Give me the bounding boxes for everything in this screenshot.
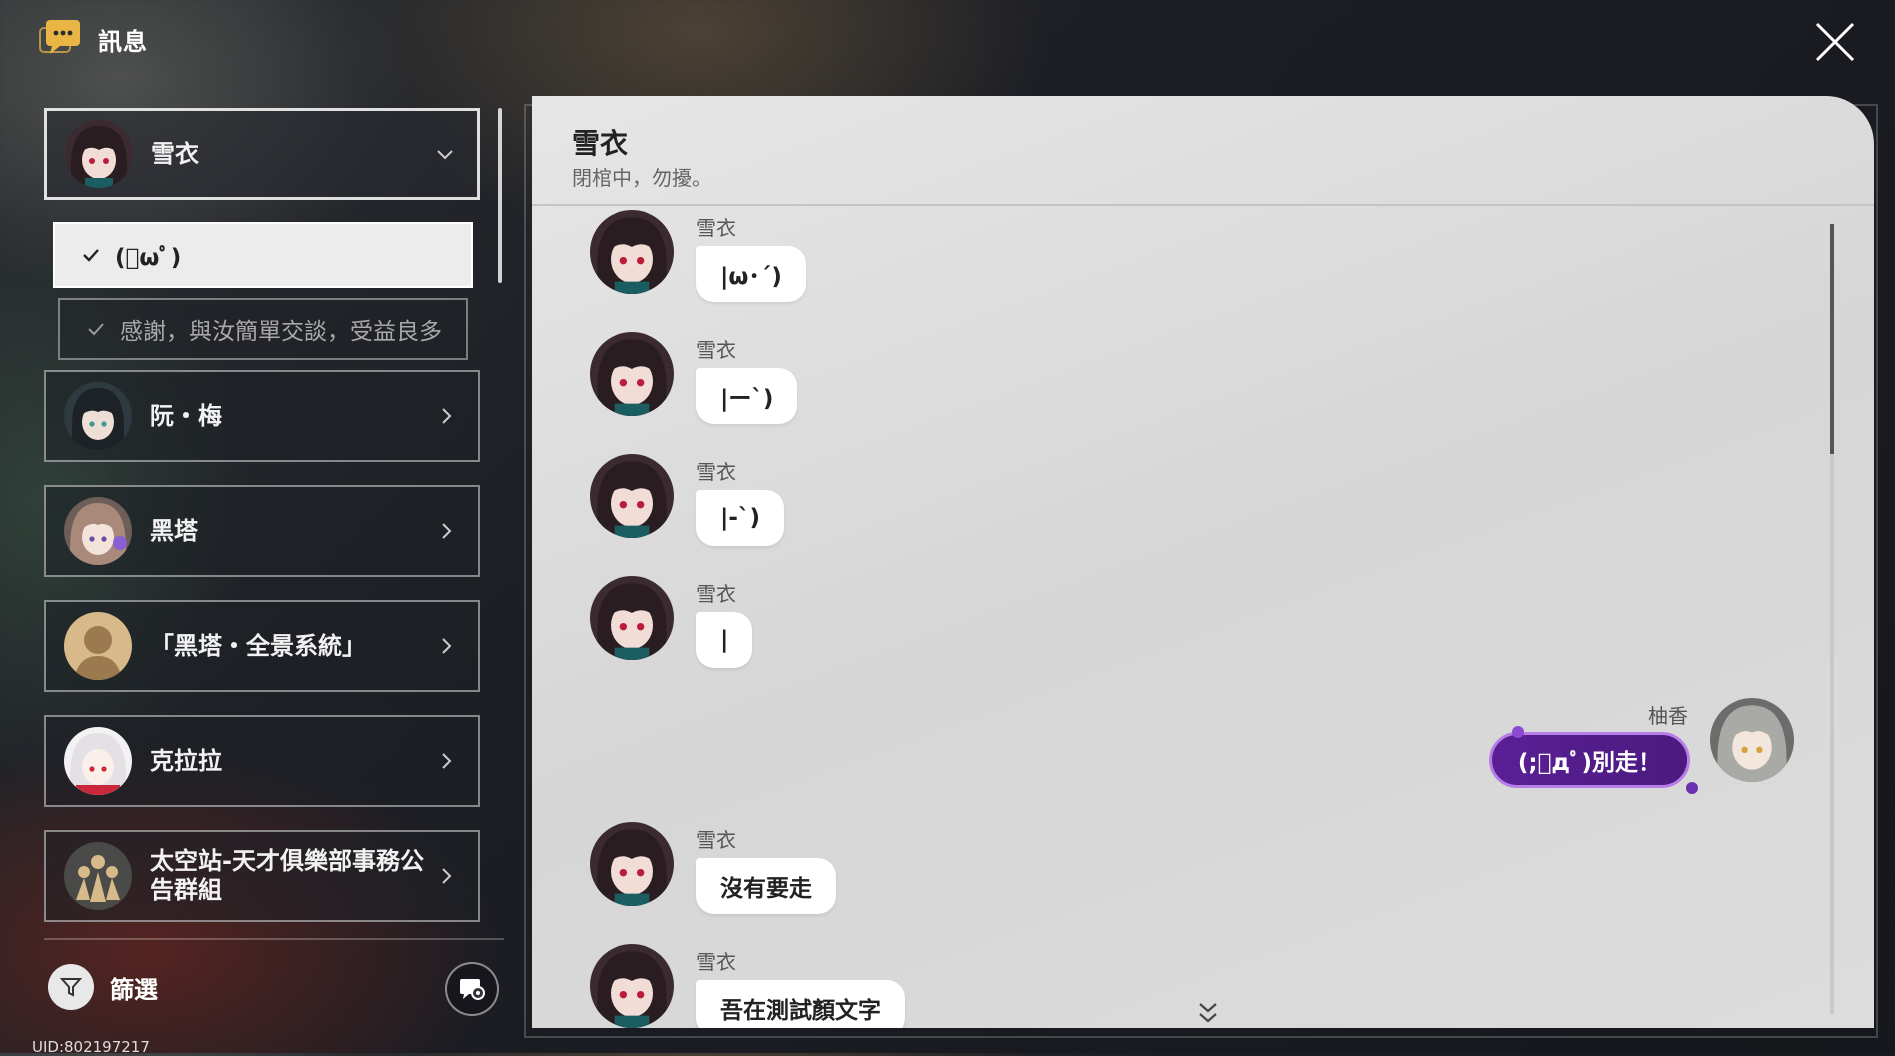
contact-name: 黑塔 bbox=[150, 516, 198, 545]
message-sender: 雪衣 bbox=[696, 582, 736, 606]
message-sender: 雪衣 bbox=[696, 338, 736, 362]
sub-item-label: 感謝，與汝簡單交談，受益良多 bbox=[120, 319, 442, 345]
avatar bbox=[64, 842, 132, 910]
avatar bbox=[64, 727, 132, 795]
message-bubble: 沒有要走 bbox=[696, 858, 836, 914]
avatar bbox=[590, 454, 674, 538]
avatar bbox=[64, 612, 132, 680]
message-bubble: |ー`) bbox=[696, 368, 798, 424]
chat-settings-button[interactable] bbox=[445, 962, 499, 1016]
chevron-right-icon bbox=[442, 523, 452, 539]
contact-item-clara[interactable]: 克拉拉 bbox=[44, 715, 480, 807]
contact-item-group[interactable]: 太空站-天才俱樂部事務公告群組 bbox=[44, 830, 480, 922]
chat-subtitle: 閉棺中，勿擾。 bbox=[572, 166, 712, 190]
contact-item-xueyi[interactable]: 雪衣 bbox=[44, 108, 480, 200]
chat-panel: 雪衣 閉棺中，勿擾。 雪衣 |ω･´) 雪衣 |ー`) 雪衣 |-`) 雪衣 | bbox=[532, 96, 1874, 1028]
message-bubble: |-`) bbox=[696, 490, 784, 546]
message-sender: 雪衣 bbox=[696, 460, 736, 484]
chat-header: 雪衣 閉棺中，勿擾。 bbox=[532, 96, 1874, 206]
message-bubble-self: (;ﾟдﾟ)別走！ bbox=[1488, 732, 1690, 788]
chevron-right-icon bbox=[442, 408, 452, 424]
bubble-deco-icon bbox=[1686, 782, 1698, 794]
contact-item-ruanmei[interactable]: 阮・梅 bbox=[44, 370, 480, 462]
avatar bbox=[64, 382, 132, 450]
chevron-down-icon bbox=[437, 150, 453, 160]
message-sender: 柚香 bbox=[1648, 704, 1688, 728]
filter-icon bbox=[48, 964, 94, 1010]
contact-item-herta-system[interactable]: 「黑塔・全景系統」 bbox=[44, 600, 480, 692]
chat-message-self: 柚香 (;ﾟдﾟ)別走！ bbox=[1394, 698, 1794, 798]
chevron-right-icon bbox=[442, 638, 452, 654]
chat-title: 雪衣 bbox=[572, 127, 629, 160]
chat-settings-icon bbox=[460, 979, 485, 1000]
avatar bbox=[590, 944, 674, 1028]
avatar bbox=[590, 576, 674, 660]
contact-item-herta[interactable]: 黑塔 bbox=[44, 485, 480, 577]
contact-name: 「黑塔・全景系統」 bbox=[150, 631, 366, 660]
contact-name: 阮・梅 bbox=[150, 401, 222, 430]
sub-item-selected[interactable]: (ﾟωﾟ) bbox=[53, 222, 473, 288]
close-icon[interactable] bbox=[1813, 20, 1857, 64]
page-title: 訊息 bbox=[98, 27, 148, 56]
avatar bbox=[64, 497, 132, 565]
sidebar-divider bbox=[44, 938, 504, 940]
message-sender: 雪衣 bbox=[696, 216, 736, 240]
check-icon bbox=[88, 323, 104, 336]
avatar bbox=[1710, 698, 1794, 782]
chevron-right-icon bbox=[442, 868, 452, 884]
message-bubble: |ω･´) bbox=[696, 246, 806, 302]
filter-label: 篩選 bbox=[110, 975, 158, 1004]
sub-item[interactable]: 感謝，與汝簡單交談，受益良多 bbox=[58, 298, 468, 360]
sidebar-scrollbar[interactable] bbox=[498, 108, 502, 283]
sub-item-label: (ﾟωﾟ) bbox=[115, 245, 182, 271]
message-sender: 雪衣 bbox=[696, 950, 736, 974]
avatar bbox=[590, 332, 674, 416]
user-uid: UID:802197217 bbox=[32, 1038, 150, 1056]
contact-name: 雪衣 bbox=[151, 139, 199, 168]
avatar bbox=[590, 210, 674, 294]
contact-name: 太空站-天才俱樂部事務公告群組 bbox=[150, 847, 424, 904]
chat-bubble-icon bbox=[39, 20, 80, 54]
message-sender: 雪衣 bbox=[696, 828, 736, 852]
scrollbar-thumb[interactable] bbox=[1830, 224, 1834, 454]
app-header: 訊息 bbox=[38, 18, 148, 60]
filter-button[interactable]: 篩選 bbox=[48, 964, 158, 1010]
chat-scrollbar[interactable] bbox=[1830, 224, 1834, 1014]
message-bubble: | bbox=[696, 612, 753, 668]
message-bubble: 吾在測試顏文字 bbox=[696, 980, 905, 1028]
check-icon bbox=[83, 249, 99, 262]
chevron-double-down-icon[interactable] bbox=[1196, 1000, 1220, 1026]
avatar bbox=[65, 120, 133, 188]
contact-name: 克拉拉 bbox=[150, 746, 222, 775]
bubble-deco-icon bbox=[1512, 726, 1524, 738]
chevron-right-icon bbox=[442, 753, 452, 769]
avatar bbox=[590, 822, 674, 906]
